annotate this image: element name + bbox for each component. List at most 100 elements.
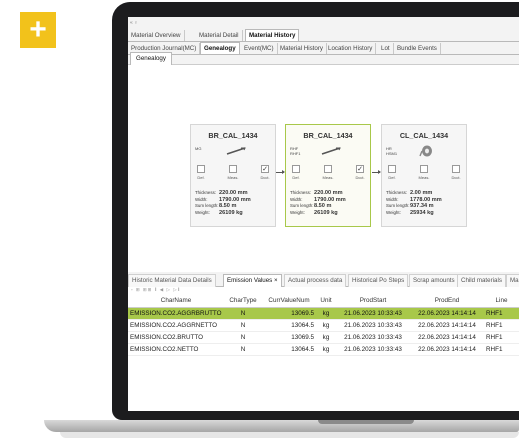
cell-line: RHF1 [484, 307, 519, 320]
tab-material-detail[interactable]: Material Detail [196, 30, 243, 41]
tab-event[interactable]: Event(MC) [241, 43, 278, 54]
cell-chartype: N [224, 343, 262, 356]
cell-charname: EMISSION.CO2.AGGRBRUTTO [128, 307, 224, 320]
title-bar: « ♀ [130, 20, 138, 26]
measure-checkbox[interactable] [420, 165, 428, 173]
main-tab-bar: Material Overview Material Detail Materi… [128, 29, 519, 42]
node-location: RHF RHF1 [290, 146, 301, 156]
col-line[interactable]: Line [484, 294, 519, 308]
tab-material-history-sub[interactable]: Material History [277, 43, 327, 54]
cell-line: RHF1 [484, 331, 519, 344]
genealogy-node-card[interactable]: BR_CAL_1434 MG Def. Meas. ✓ Dcct. Thickne… [190, 124, 276, 227]
genealogy-node-card-selected[interactable]: BR_CAL_1434 RHF RHF1 Def. Meas. ✓ Dcct. Th… [285, 124, 371, 227]
laptop-base [44, 420, 519, 432]
genealogy-panel-tab[interactable]: Genealogy [130, 52, 172, 65]
bottom-tab-bar: Historic Material Data Details Emission … [128, 272, 519, 287]
cell-value: 13069.5 [262, 331, 316, 344]
dcct-label: Dcct. [355, 175, 365, 180]
tab-emission-values[interactable]: Emission Values × [223, 274, 282, 287]
col-currvaluenum[interactable]: CurrValueNum [262, 294, 316, 308]
cell-chartype: N [224, 331, 262, 344]
dcct-label: Dcct. [451, 175, 461, 180]
cell-unit: kg [316, 331, 336, 344]
emission-values-table: CharName CharType CurrValueNum Unit Prod… [128, 294, 519, 356]
coil-icon [419, 145, 432, 157]
genealogy-node-card[interactable]: CL_CAL_1434 HR HSM1 Def. Meas. Dcct. Thic… [381, 124, 467, 227]
defect-label: Def. [388, 175, 396, 180]
cell-prodend: 22.06.2023 14:14:14 [410, 319, 484, 332]
genealogy-panel: Genealogy BR_CAL_1434 MG Def. Meas. ✓ Dcc… [128, 52, 519, 273]
measure-label: Meas. [227, 175, 239, 180]
table-row[interactable]: EMISSION.CO2.NETTO N 13064.5 kg 21.06.20… [128, 343, 519, 356]
tab-bundle-events[interactable]: Bundle Events [394, 43, 441, 54]
cell-line: RHF1 [484, 343, 519, 356]
node-title: CL_CAL_1434 [399, 131, 449, 140]
table-row[interactable]: EMISSION.CO2.AGGRBRUTTO N 13069.5 kg 21.… [128, 307, 519, 320]
node-location: HR HSM1 [386, 146, 398, 156]
laptop-shadow [60, 432, 519, 438]
tab-more[interactable]: Ma [506, 274, 519, 287]
col-unit[interactable]: Unit [316, 294, 336, 308]
tab-actual-process-data[interactable]: Actual process data [284, 274, 347, 287]
col-charname[interactable]: CharName [128, 294, 224, 308]
measure-label: Meas. [418, 175, 430, 180]
defect-label: Def. [292, 175, 300, 180]
tab-scrap-amounts[interactable]: Scrap amounts [409, 274, 459, 287]
app-screen: « ♀ Material Overview Material Detail Ma… [128, 17, 519, 411]
cell-chartype: N [224, 319, 262, 332]
cell-line: RHF1 [484, 319, 519, 332]
genealogy-arrow [372, 170, 381, 174]
tab-genealogy[interactable]: Genealogy [200, 42, 240, 54]
bottom-panel: Historic Material Data Details Emission … [128, 272, 519, 411]
cell-prodend: 22.06.2023 14:14:14 [410, 331, 484, 344]
table-row[interactable]: EMISSION.CO2.AGGRNETTO N 13064.5 kg 21.0… [128, 319, 519, 332]
cell-prodstart: 21.06.2023 10:33:43 [336, 307, 410, 320]
dcct-checkbox[interactable]: ✓ [356, 165, 364, 173]
col-prodend[interactable]: ProdEnd [410, 294, 484, 308]
col-chartype[interactable]: CharType [224, 294, 262, 308]
tab-historical-po-steps[interactable]: Historical Po Steps [348, 274, 409, 287]
tab-material-overview[interactable]: Material Overview [128, 30, 185, 41]
plus-icon: + [20, 12, 56, 48]
cell-value: 13069.5 [262, 307, 316, 320]
tab-material-history[interactable]: Material History [245, 29, 300, 41]
cell-unit: kg [316, 307, 336, 320]
node-properties: Thickness: 2.00 mm Width: 1778.00 mm Sum l… [386, 190, 442, 216]
cell-prodend: 22.06.2023 14:14:14 [410, 343, 484, 356]
cell-value: 13064.5 [262, 343, 316, 356]
genealogy-arrow [276, 170, 285, 174]
cell-prodstart: 21.06.2023 10:33:43 [336, 319, 410, 332]
cell-prodend: 22.06.2023 14:14:14 [410, 307, 484, 320]
table-toolbar[interactable]: ▫ ⊞ ⊞⊞ ‖ ◀ ▷ ▷‖ [128, 287, 519, 294]
cell-prodstart: 21.06.2023 10:33:43 [336, 331, 410, 344]
coil-strip-icon [321, 147, 341, 155]
sub-tab-bar: Production Journal(MC) Genealogy Event(M… [128, 42, 519, 55]
cell-charname: EMISSION.CO2.NETTO [128, 343, 224, 356]
node-properties: Thickness: 220.00 mm Width: 1790.00 mm Sum… [290, 190, 346, 216]
col-prodstart[interactable]: ProdStart [336, 294, 410, 308]
tab-location-history[interactable]: Location History [325, 43, 377, 54]
node-location: MG [195, 146, 202, 151]
tab-historic-material-data[interactable]: Historic Material Data Details [128, 274, 216, 287]
tab-lot[interactable]: Lot [378, 43, 394, 54]
measure-label: Meas. [322, 175, 334, 180]
measure-checkbox[interactable] [324, 165, 332, 173]
tab-child-materials[interactable]: Child materials [457, 274, 506, 287]
dcct-checkbox[interactable] [452, 165, 460, 173]
defect-label: Def. [197, 175, 205, 180]
cell-value: 13064.5 [262, 319, 316, 332]
cell-unit: kg [316, 343, 336, 356]
defect-checkbox[interactable] [197, 165, 205, 173]
node-title: BR_CAL_1434 [208, 131, 258, 140]
node-properties: Thickness: 220.00 mm Width: 1790.00 mm Sum… [195, 190, 251, 216]
cell-unit: kg [316, 319, 336, 332]
node-title: BR_CAL_1434 [303, 131, 353, 140]
defect-checkbox[interactable] [388, 165, 396, 173]
cell-charname: EMISSION.CO2.AGGRNETTO [128, 319, 224, 332]
table-header: CharName CharType CurrValueNum Unit Prod… [128, 294, 519, 308]
table-row[interactable]: EMISSION.CO2.BRUTTO N 13069.5 kg 21.06.2… [128, 331, 519, 344]
dcct-checkbox[interactable]: ✓ [261, 165, 269, 173]
defect-checkbox[interactable] [292, 165, 300, 173]
measure-checkbox[interactable] [229, 165, 237, 173]
cell-prodstart: 21.06.2023 10:33:43 [336, 343, 410, 356]
